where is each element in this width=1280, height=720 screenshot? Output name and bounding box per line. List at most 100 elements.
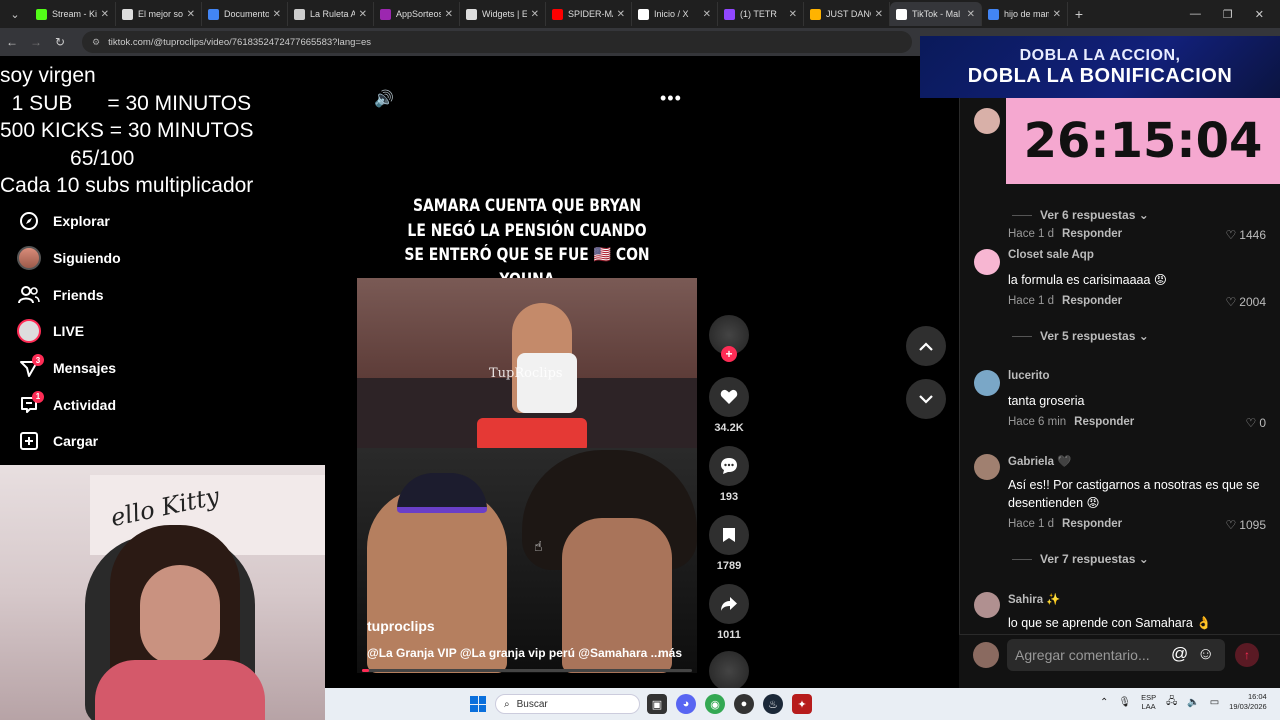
- close-tab-icon[interactable]: ✕: [101, 9, 109, 20]
- forward-icon[interactable]: →: [24, 35, 48, 49]
- video-username[interactable]: tuproclips: [367, 618, 435, 634]
- taskbar-search[interactable]: ⌕ Buscar: [495, 694, 640, 714]
- comment-author[interactable]: Gabriela 🖤: [1008, 454, 1072, 468]
- comment-like[interactable]: ♡ 0: [1246, 416, 1266, 430]
- browser-tab[interactable]: TikTok - Mal ✕: [890, 2, 982, 26]
- follow-plus-icon[interactable]: +: [721, 346, 737, 362]
- battery-icon[interactable]: ▭: [1210, 697, 1219, 708]
- browser-tab[interactable]: JUST DANCE ✕: [804, 2, 890, 26]
- like-button[interactable]: [709, 377, 749, 417]
- back-icon[interactable]: ←: [0, 35, 24, 49]
- close-tab-icon[interactable]: ✕: [359, 9, 367, 20]
- close-tab-icon[interactable]: ✕: [967, 9, 975, 20]
- chevron-up-icon[interactable]: ⌃: [1100, 697, 1108, 708]
- browser-tab[interactable]: SPIDER-MAN ✕: [546, 2, 632, 26]
- replies-label: Ver 7 respuestas: [1040, 552, 1136, 566]
- close-tab-icon[interactable]: ✕: [617, 9, 625, 20]
- reply-link[interactable]: Responder: [1062, 228, 1122, 240]
- sidebar-item-cargar[interactable]: Cargar: [16, 423, 121, 460]
- mention-icon[interactable]: @: [1171, 644, 1188, 664]
- sidebar-item-mensajes[interactable]: 3 Mensajes: [16, 350, 121, 387]
- discord-icon[interactable]: ◕: [676, 694, 696, 714]
- next-video-button[interactable]: [906, 379, 946, 419]
- volume-icon[interactable]: 🔊: [374, 89, 394, 109]
- close-tab-icon[interactable]: ✕: [273, 9, 281, 20]
- sound-disc-icon[interactable]: [709, 651, 749, 691]
- reply-link[interactable]: Responder: [1074, 416, 1134, 428]
- comment-author[interactable]: lucerito: [1008, 370, 1050, 382]
- view-replies-link[interactable]: Ver 7 respuestas ⌄: [1012, 552, 1149, 566]
- close-tab-icon[interactable]: ✕: [531, 9, 539, 20]
- close-tab-icon[interactable]: ✕: [789, 9, 797, 20]
- creator-avatar[interactable]: +: [709, 315, 749, 362]
- reply-link[interactable]: Responder: [1062, 295, 1122, 307]
- obs-icon[interactable]: ●: [734, 694, 754, 714]
- language-indicator[interactable]: ESP LAA: [1141, 693, 1156, 711]
- comment-avatar[interactable]: [974, 249, 1000, 275]
- reply-link[interactable]: Responder: [1062, 518, 1122, 530]
- new-tab-button[interactable]: +: [1068, 6, 1090, 22]
- save-button[interactable]: [709, 515, 749, 555]
- browser-tab[interactable]: hijo de mam ✕: [982, 2, 1068, 26]
- steam-icon[interactable]: ♨: [763, 694, 783, 714]
- browser-tab[interactable]: La Ruleta Ale ✕: [288, 2, 374, 26]
- microphone-icon[interactable]: 🎙: [1118, 697, 1131, 708]
- emoji-icon[interactable]: ☺: [1197, 644, 1214, 664]
- comment-button[interactable]: [709, 446, 749, 486]
- taskbar-clock[interactable]: 16:04 19/03/2026: [1229, 692, 1267, 712]
- comment-avatar[interactable]: [974, 370, 1000, 396]
- share-button[interactable]: [709, 584, 749, 624]
- comment-avatar[interactable]: [974, 592, 1000, 618]
- sidebar-item-actividad[interactable]: 1 Actividad: [16, 386, 121, 423]
- close-tab-icon[interactable]: ✕: [703, 9, 711, 20]
- view-replies-link[interactable]: Ver 5 respuestas ⌄: [1012, 329, 1149, 343]
- video-player[interactable]: TupRoclips: [357, 278, 697, 673]
- chrome-icon[interactable]: ◉: [705, 694, 725, 714]
- tab-favicon-icon: [36, 8, 47, 20]
- more-options-icon[interactable]: •••: [660, 88, 682, 109]
- sidebar-item-siguiendo[interactable]: Siguiendo: [16, 240, 121, 277]
- task-view-icon[interactable]: ▣: [647, 694, 667, 714]
- browser-tab[interactable]: Stream - Kick ✕: [30, 2, 116, 26]
- description-text[interactable]: @La Granja VIP @La granja vip perú @Sama…: [367, 646, 661, 660]
- reload-icon[interactable]: ↻: [48, 35, 72, 49]
- comment-like[interactable]: ♡ 2004: [1226, 295, 1266, 309]
- site-info-icon[interactable]: ⚙: [92, 37, 100, 48]
- windows-start-icon[interactable]: [470, 696, 486, 712]
- close-tab-icon[interactable]: ✕: [445, 9, 453, 20]
- app-icon[interactable]: ✦: [792, 694, 812, 714]
- tab-favicon-icon: [552, 8, 563, 20]
- previous-video-button[interactable]: [906, 326, 946, 366]
- close-tab-icon[interactable]: ✕: [875, 9, 883, 20]
- browser-tab[interactable]: Inicio / X ✕: [632, 2, 718, 26]
- browser-tab[interactable]: Documento ✕: [202, 2, 288, 26]
- close-window-icon[interactable]: ✕: [1255, 8, 1264, 21]
- video-progress-bar[interactable]: [362, 669, 692, 672]
- sidebar-item-explorar[interactable]: Explorar: [16, 203, 121, 240]
- close-tab-icon[interactable]: ✕: [187, 9, 195, 20]
- browser-tab[interactable]: (1) TETR ✕: [718, 2, 804, 26]
- minimize-icon[interactable]: —: [1190, 8, 1201, 21]
- send-comment-button[interactable]: ↑: [1235, 643, 1259, 667]
- tab-search-icon[interactable]: ⌄: [4, 3, 26, 25]
- webcam-feed: ello Kitty: [0, 465, 325, 720]
- comment-author[interactable]: Closet sale Aqp: [1008, 249, 1094, 261]
- browser-tab[interactable]: Widgets | E ✕: [460, 2, 546, 26]
- comment-like[interactable]: ♡ 1446: [1226, 228, 1266, 242]
- comment-input[interactable]: [1007, 639, 1225, 671]
- sidebar-item-live[interactable]: LIVE: [16, 313, 121, 350]
- comment-avatar[interactable]: [974, 454, 1000, 480]
- sidebar-item-friends[interactable]: Friends: [16, 276, 121, 313]
- browser-tab[interactable]: El mejor soft ✕: [116, 2, 202, 26]
- comment-avatar[interactable]: [974, 108, 1000, 134]
- close-tab-icon[interactable]: ✕: [1053, 9, 1061, 20]
- network-icon[interactable]: 🖧: [1166, 694, 1177, 711]
- comment-like[interactable]: ♡ 1095: [1226, 518, 1266, 532]
- restore-icon[interactable]: ❐: [1223, 8, 1233, 21]
- browser-tab[interactable]: AppSorteos ✕: [374, 2, 460, 26]
- comment-author[interactable]: Sahira ✨: [1008, 592, 1061, 606]
- more-link[interactable]: más: [658, 646, 682, 660]
- url-field[interactable]: ⚙ tiktok.com/@tuproclips/video/761835247…: [82, 31, 912, 53]
- volume-icon[interactable]: 🔈: [1187, 697, 1199, 708]
- view-replies-link[interactable]: Ver 6 respuestas ⌄: [1012, 208, 1149, 222]
